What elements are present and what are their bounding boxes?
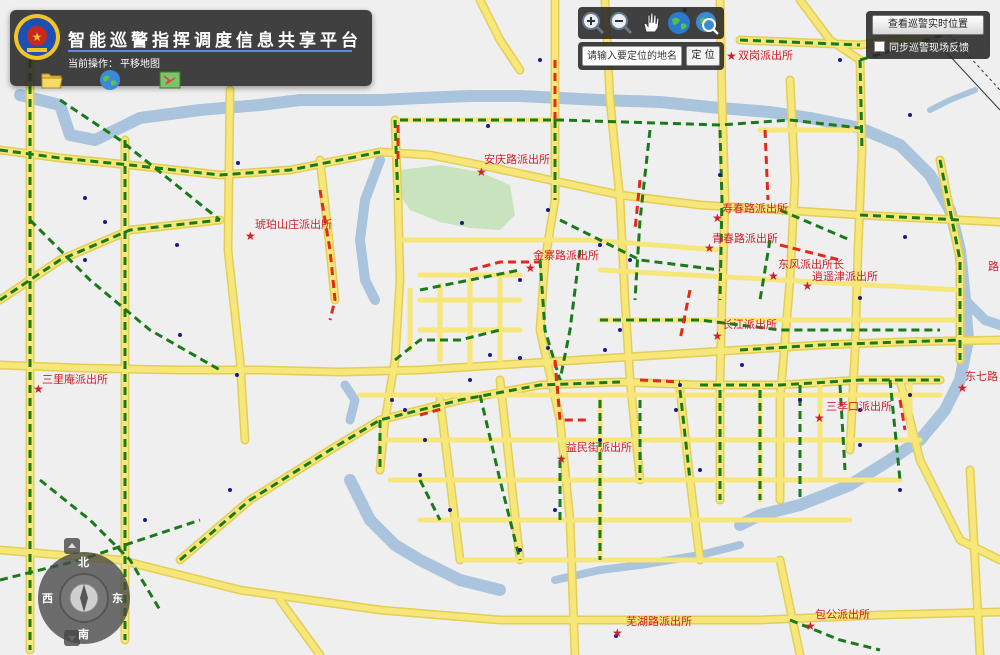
label-qingchun-station: 青春路派出所 xyxy=(712,231,778,245)
label-changjiang-station: 长江派出所 xyxy=(722,317,777,331)
label-wuhulu-station: 芜湖路派出所 xyxy=(626,614,692,628)
sync-feedback-row: 同步巡警现场反馈 xyxy=(874,39,969,54)
view-patrol-location-button[interactable]: 查看巡警实时位置 xyxy=(872,15,984,35)
svg-text:★: ★ xyxy=(556,452,567,466)
zoom-in-icon[interactable] xyxy=(580,10,606,36)
sync-feedback-label: 同步巡警现场反馈 xyxy=(889,42,969,54)
label-sanxiaokou-station: 三孝口派出所 xyxy=(826,399,892,413)
map-nav-toolbar xyxy=(578,7,724,39)
globe-search-icon[interactable] xyxy=(694,10,720,36)
location-search: 定 位 xyxy=(578,42,724,70)
operation-value: 平移地图 xyxy=(120,59,160,70)
svg-text:★: ★ xyxy=(612,626,623,640)
svg-text:★: ★ xyxy=(726,49,737,63)
label-dongqi-road: 东七路 xyxy=(965,370,998,383)
label-sanliyan-station: 三里庵派出所 xyxy=(42,372,108,386)
svg-text:★: ★ xyxy=(814,411,825,425)
svg-text:★: ★ xyxy=(525,261,536,275)
label-jinzhailu-station: 金寨路派出所 xyxy=(533,248,599,262)
title-divider xyxy=(68,50,352,52)
patrol-panel: 查看巡警实时位置 同步巡警现场反馈 xyxy=(866,11,990,59)
svg-text:★: ★ xyxy=(712,329,723,343)
label-dongfeng-station: 东风派出所长 xyxy=(778,257,844,271)
label-anqinglu-station: 安庆路派出所 xyxy=(484,152,550,166)
map-icon[interactable] xyxy=(158,68,182,92)
locate-button[interactable]: 定 位 xyxy=(686,46,720,66)
label-shouchun-station: 寿春路派出所 xyxy=(722,201,788,215)
zoom-out-icon[interactable] xyxy=(608,10,634,36)
police-emblem-icon: ★ xyxy=(14,14,60,60)
label-yimin-station: 益民街派出所 xyxy=(566,440,632,454)
title-panel: ★ 智能巡警指挥调度信息共享平台 当前操作： 平移地图 xyxy=(10,10,372,90)
location-search-input[interactable] xyxy=(582,46,682,66)
pan-hand-icon[interactable] xyxy=(638,10,664,36)
svg-text:★: ★ xyxy=(768,269,779,283)
label-baogong-station: 包公派出所 xyxy=(815,607,870,621)
svg-text:★: ★ xyxy=(245,229,256,243)
svg-text:★: ★ xyxy=(805,619,816,633)
label-edge-road: 路 xyxy=(988,260,999,273)
sync-feedback-checkbox[interactable] xyxy=(874,40,885,52)
full-extent-globe-icon[interactable] xyxy=(666,10,692,36)
compass-west[interactable]: 西 xyxy=(42,590,53,606)
svg-text:★: ★ xyxy=(476,165,487,179)
label-xiaoyaojin-station: 逍遥津派出所 xyxy=(812,269,878,283)
city-map[interactable]: ★ ★ ★ ★ ★ ★ ★ ★ ★ ★ ★ ★ ★ ★ ★ 双岗派出所 安庆路派… xyxy=(0,0,1000,655)
svg-text:★: ★ xyxy=(957,381,968,395)
app-title: 智能巡警指挥调度信息共享平台 xyxy=(68,31,362,51)
label-hupo-shanzhuang-station: 琥珀山庄派出所 xyxy=(255,217,332,231)
label-shuanggang-station: 双岗派出所 xyxy=(738,48,793,62)
svg-text:★: ★ xyxy=(32,30,43,44)
compass-east[interactable]: 东 xyxy=(112,590,123,606)
compass-pan-control[interactable]: 北 南 东 西 xyxy=(38,538,134,646)
globe-icon[interactable] xyxy=(98,68,122,92)
folder-icon[interactable] xyxy=(40,68,64,92)
compass-north[interactable]: 北 xyxy=(78,554,89,570)
compass-south[interactable]: 南 xyxy=(78,626,89,642)
